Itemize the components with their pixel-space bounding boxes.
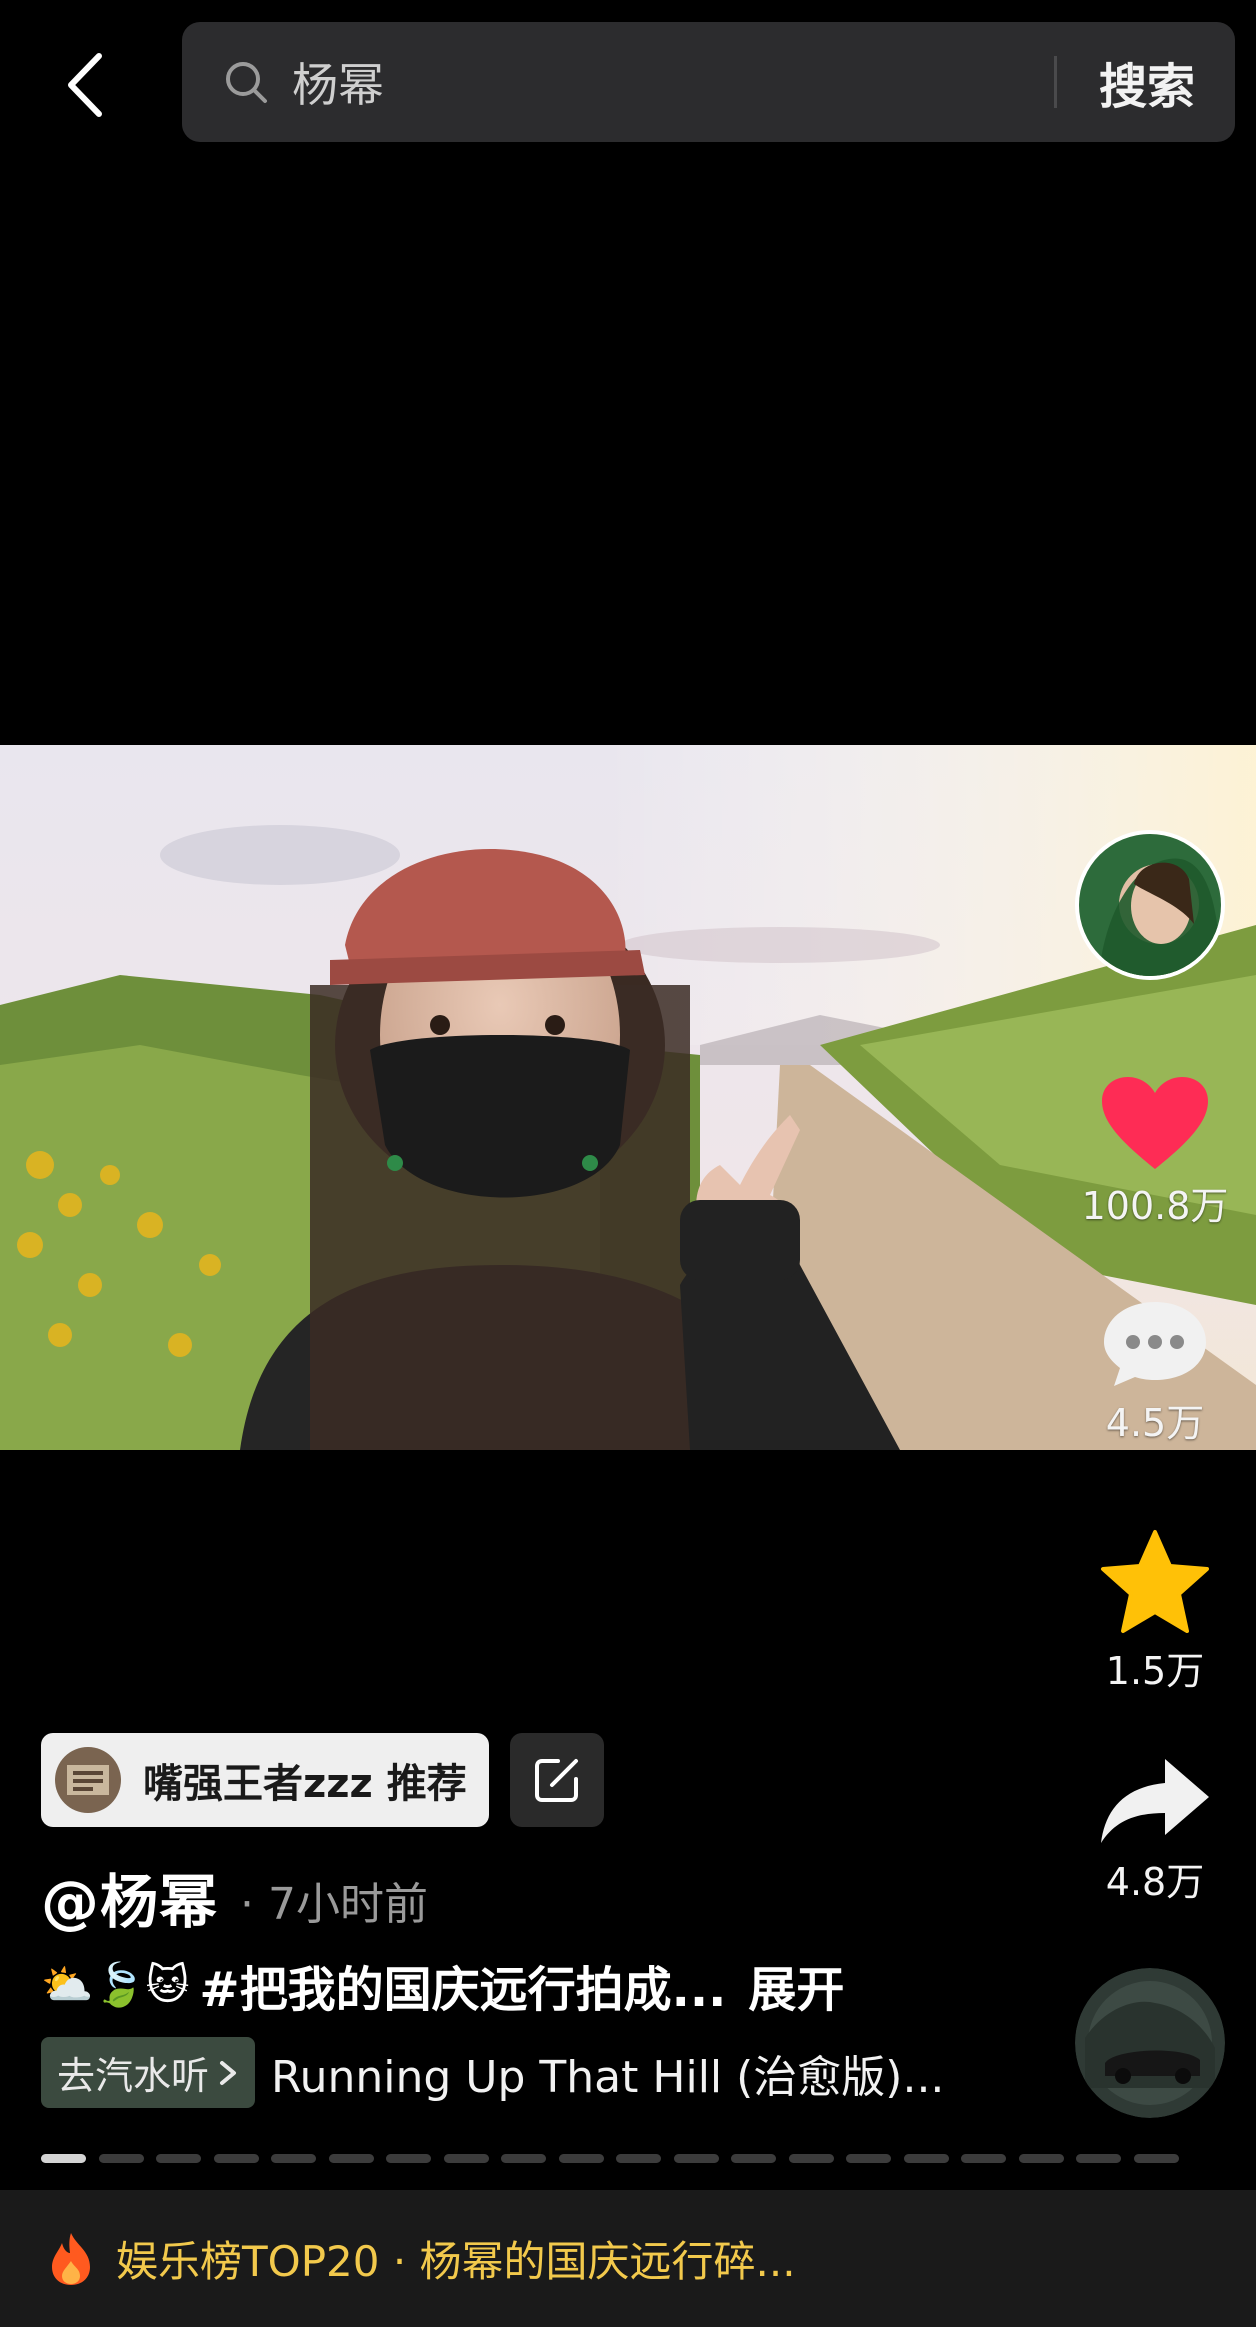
heart-icon <box>1102 1077 1208 1169</box>
trending-text: 娱乐榜TOP20 · 杨幂的国庆远行碎... <box>116 2237 796 2286</box>
edit-icon <box>535 1759 578 1802</box>
chevron-left-icon <box>68 53 102 117</box>
caption-hashtag[interactable]: #把我的国庆远行拍成... <box>199 1950 726 2020</box>
star-icon <box>1101 1530 1209 1633</box>
progress-segment <box>501 2154 547 2163</box>
share-button[interactable]: 4.8万 <box>1080 1755 1230 1906</box>
post-description: ⛅🍃🐱 #把我的国庆远行拍成... 展开 <box>41 1950 844 2020</box>
favorite-count: 1.5万 <box>1105 1649 1205 1693</box>
progress-segment <box>1133 2154 1179 2163</box>
music-disc[interactable] <box>1075 1968 1225 2118</box>
share-arrow-icon <box>1101 1759 1209 1843</box>
like-button[interactable]: 100.8万 <box>1080 1075 1230 1230</box>
share-count: 4.8万 <box>1105 1860 1205 1904</box>
fire-icon <box>52 2232 90 2285</box>
carousel-progress <box>41 2154 1191 2164</box>
progress-segment <box>903 2154 949 2163</box>
progress-segment <box>616 2154 662 2163</box>
comment-icon <box>1104 1302 1206 1386</box>
edit-button[interactable] <box>510 1733 604 1827</box>
progress-segment <box>846 2154 892 2163</box>
post-time: · 7小时前 <box>240 1879 428 1930</box>
progress-segment <box>213 2154 259 2163</box>
music-row[interactable]: 去汽水听 Running Up That Hill (治愈版)... <box>41 2037 944 2108</box>
progress-segment <box>1018 2154 1064 2163</box>
author-avatar[interactable] <box>1075 830 1225 980</box>
search-input[interactable]: 杨幂 <box>292 49 1054 115</box>
progress-segment <box>443 2154 489 2163</box>
comment-button[interactable]: 4.5万 <box>1080 1298 1230 1447</box>
progress-segment <box>386 2154 432 2163</box>
progress-segment <box>673 2154 719 2163</box>
back-button[interactable] <box>50 45 120 125</box>
progress-segment <box>98 2154 144 2163</box>
qishui-tag[interactable]: 去汽水听 <box>41 2037 256 2108</box>
like-count: 100.8万 <box>1081 1184 1229 1228</box>
comment-count: 4.5万 <box>1105 1401 1205 1445</box>
progress-segment <box>271 2154 317 2163</box>
progress-segment <box>558 2154 604 2163</box>
music-cover-image <box>1075 1968 1225 2118</box>
recommender-label: 嘴强王者zzz 推荐 <box>143 1761 467 1807</box>
video-player[interactable] <box>0 745 1256 1450</box>
progress-segment <box>788 2154 834 2163</box>
qishui-label: 去汽水听 <box>57 2054 210 2098</box>
author-name[interactable]: @杨幂 <box>41 1855 218 1939</box>
chevron-right-icon <box>220 2060 237 2085</box>
recommender-avatar <box>55 1747 121 1813</box>
recommender-chip[interactable]: 嘴强王者zzz 推荐 <box>41 1733 489 1827</box>
expand-button[interactable]: 展开 <box>748 1950 844 2020</box>
progress-segment <box>731 2154 777 2163</box>
progress-segment <box>961 2154 1007 2163</box>
search-icon <box>224 60 284 104</box>
avatar-image <box>1079 834 1221 976</box>
trending-banner[interactable]: 娱乐榜TOP20 · 杨幂的国庆远行碎... <box>0 2190 1256 2327</box>
progress-segment <box>41 2154 87 2163</box>
progress-segment <box>328 2154 374 2163</box>
video-frame <box>0 745 1256 1450</box>
search-button[interactable]: 搜索 <box>1057 47 1235 117</box>
progress-segment <box>1076 2154 1122 2163</box>
progress-segment <box>156 2154 202 2163</box>
favorite-button[interactable]: 1.5万 <box>1080 1528 1230 1695</box>
song-title[interactable]: Running Up That Hill (治愈版)... <box>271 2041 944 2105</box>
emoji-weather-leaf-cat: ⛅🍃🐱 <box>41 1960 190 2009</box>
search-bar[interactable]: 杨幂 搜索 <box>182 22 1235 142</box>
